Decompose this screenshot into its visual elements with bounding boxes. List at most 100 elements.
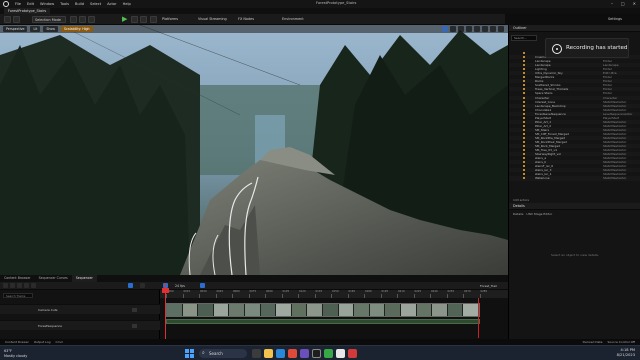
menu-build[interactable]: Build <box>72 2 87 6</box>
menu-window[interactable]: Window <box>37 2 57 6</box>
windows-start-icon[interactable] <box>185 349 194 358</box>
playhead-handle[interactable] <box>162 288 169 293</box>
settings-button[interactable]: Settings <box>606 16 624 23</box>
camera-speed-icon[interactable] <box>490 26 496 32</box>
task-view-icon[interactable] <box>252 349 261 358</box>
actor-count: 143 actors <box>513 198 529 202</box>
blueprint-icon[interactable] <box>79 16 86 23</box>
more-play-icon[interactable] <box>150 16 157 23</box>
camera-cut-section[interactable] <box>166 319 480 324</box>
show-dropdown[interactable]: Show <box>43 26 58 32</box>
timeline-ruler[interactable]: 0000 0015 0030 0045 0060 0075 0090 0105 0120 0135… <box>160 290 508 298</box>
outliner-search-input[interactable]: Search... <box>511 35 537 41</box>
recording-message: Recording has started <box>566 45 628 51</box>
view-mode-dropdown[interactable]: Lit <box>30 26 41 32</box>
rotate-icon[interactable] <box>450 26 456 32</box>
tab-usd-stage-editor[interactable]: USD Stage Editor <box>526 212 552 216</box>
clip-thumbnail <box>244 304 261 316</box>
folder-icon <box>523 149 525 152</box>
add-track-icon[interactable] <box>3 283 8 288</box>
track-camera-cuts[interactable]: Camera Cuts <box>0 304 160 314</box>
weather-widget[interactable]: 63°F Mostly cloudy <box>4 349 27 358</box>
clip-thumbnail <box>182 304 199 316</box>
maximize-button[interactable]: □ <box>621 1 625 6</box>
add-actor-icon[interactable] <box>70 16 77 23</box>
key-icon[interactable] <box>140 283 145 288</box>
frame-rate-dropdown[interactable]: 24 fps <box>175 283 185 289</box>
outliner-list: WorldCinematicsFolderLandscapeFolderLand… <box>509 51 640 181</box>
folder-icon <box>523 104 525 107</box>
angle-snap-icon[interactable] <box>482 26 488 32</box>
track-forest-sequence[interactable]: ForestSequence <box>0 320 160 330</box>
unreal-logo-icon[interactable] <box>3 1 9 7</box>
selection-mode-dropdown[interactable]: Selection Mode <box>32 16 66 23</box>
environment-button[interactable]: Environment <box>280 16 306 23</box>
menu-actor[interactable]: Actor <box>104 2 119 6</box>
platforms-button[interactable]: Platforms <box>160 16 180 23</box>
save-sequence-icon[interactable] <box>10 283 15 288</box>
teams-icon[interactable] <box>300 349 309 358</box>
folder-icon <box>523 136 525 139</box>
content-icon[interactable] <box>13 16 20 23</box>
app-icon[interactable] <box>324 349 333 358</box>
grid-snap-icon[interactable] <box>474 26 480 32</box>
auto-key-icon[interactable] <box>200 283 205 288</box>
window-title: ForestPrototype_Stairs <box>316 1 357 5</box>
find-icon[interactable] <box>17 283 22 288</box>
save-icon[interactable] <box>4 16 11 23</box>
menu-file[interactable]: File <box>12 2 24 6</box>
sequencer-toolbar: 24 fps Forest_Trail <box>0 282 508 290</box>
close-button[interactable]: ✕ <box>633 1 636 6</box>
play-button[interactable]: ▶ <box>122 16 129 23</box>
render-icon[interactable] <box>24 283 29 288</box>
cinematics-icon[interactable] <box>88 16 95 23</box>
tab-sequencer-curves[interactable]: Sequencer Curves <box>35 275 72 282</box>
minimize-button[interactable]: – <box>611 1 613 6</box>
menu-edit[interactable]: Edit <box>24 2 37 6</box>
world-local-icon[interactable] <box>466 26 472 32</box>
camera-icon[interactable] <box>31 283 36 288</box>
folder-icon <box>523 157 525 160</box>
tab-details[interactable]: Details <box>513 212 523 216</box>
file-explorer-icon[interactable] <box>264 349 273 358</box>
app-icon[interactable] <box>336 349 345 358</box>
translate-icon[interactable] <box>442 26 448 32</box>
streaming-button[interactable]: Visual Streaming <box>196 16 229 23</box>
tab-content-browser[interactable]: Content Browser <box>0 275 35 282</box>
perspective-dropdown[interactable]: Perspective <box>3 26 28 32</box>
sequencer-search-input[interactable]: Search Tracks <box>3 293 33 298</box>
record-app-icon[interactable] <box>348 349 357 358</box>
chrome-icon[interactable] <box>288 349 297 358</box>
track-add-icon[interactable] <box>132 324 137 328</box>
step-icon[interactable] <box>131 16 138 23</box>
timeline-lanes[interactable] <box>160 298 508 345</box>
level-viewport[interactable]: Perspective Lit Show Scalability: High <box>0 25 508 275</box>
folder-icon <box>523 64 525 67</box>
ruler-label: 0270 <box>464 290 471 293</box>
system-clock[interactable]: 4:18 PM 8/21/2023 <box>617 348 635 358</box>
scale-icon[interactable] <box>458 26 464 32</box>
tab-sequencer[interactable]: Sequencer <box>71 275 97 282</box>
playback-options-icon[interactable] <box>128 283 133 288</box>
menu-tools[interactable]: Tools <box>57 2 72 6</box>
folder-icon <box>523 132 525 135</box>
taskbar-search[interactable]: Search <box>199 349 247 358</box>
scalability-warning-badge[interactable]: Scalability: High <box>61 26 93 32</box>
viewport-toolbar: Perspective Lit Show Scalability: High <box>0 25 508 33</box>
folder-icon <box>523 76 525 79</box>
maximize-viewport-icon[interactable] <box>498 26 504 32</box>
sequence-name: Forest_Trail <box>480 284 497 288</box>
clip-thumbnail <box>338 304 355 316</box>
track-label: Camera Cuts <box>38 308 58 312</box>
edge-icon[interactable] <box>276 349 285 358</box>
fx-button[interactable]: FX Nodes <box>236 16 256 23</box>
menu-select[interactable]: Select <box>87 2 104 6</box>
window-controls: – □ ✕ <box>611 1 636 6</box>
outliner-row[interactable]: WaterLine StaticMeshActor <box>509 176 640 181</box>
menu-help[interactable]: Help <box>120 2 134 6</box>
shot-clip[interactable] <box>166 303 480 317</box>
unreal-editor-taskbar-icon[interactable] <box>312 349 321 358</box>
track-label: ForestSequence <box>38 324 63 328</box>
track-add-icon[interactable] <box>132 308 137 312</box>
stop-icon[interactable] <box>140 16 147 23</box>
